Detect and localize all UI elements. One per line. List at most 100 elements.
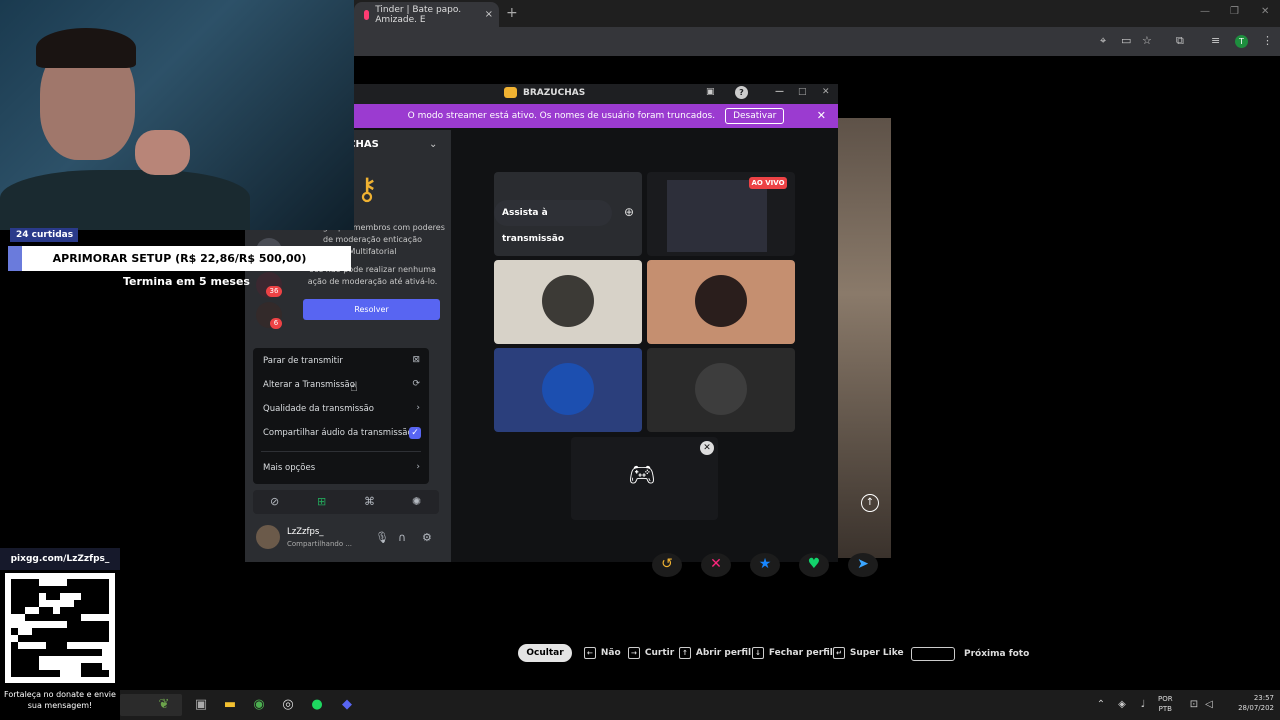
change-stream-item[interactable]: Alterar a Transmissão	[263, 380, 355, 390]
expand-profile-icon[interactable]: ↑	[861, 494, 879, 512]
rewind-icon[interactable]: ↺	[652, 553, 682, 577]
menu-kebab-icon[interactable]: ⋮	[1262, 34, 1273, 47]
discord-maximize-icon[interactable]: □	[798, 87, 807, 97]
camera-off-icon[interactable]: ⊘	[270, 495, 279, 508]
language-indicator[interactable]: POR PTB	[1158, 694, 1173, 714]
profile-avatar[interactable]: T	[1235, 35, 1248, 48]
cast-icon[interactable]: ▭	[1121, 34, 1131, 47]
qr-module	[60, 586, 67, 593]
spotify-icon[interactable]: ●	[308, 696, 326, 714]
qr-module	[11, 593, 18, 600]
headphones-icon[interactable]: ∩	[398, 531, 406, 544]
webcam-hand	[135, 130, 190, 175]
participant-tile[interactable]	[647, 348, 795, 432]
qr-module	[81, 579, 88, 586]
minimize-icon[interactable]: —	[1200, 6, 1210, 17]
location-icon[interactable]: ⌖	[1100, 34, 1106, 48]
watch-stream-button[interactable]: Assista à transmissão	[494, 200, 612, 244]
clock[interactable]: 23:57 28/07/202	[1222, 693, 1274, 713]
shortcut-like-label: Curtir	[644, 648, 675, 658]
chrome-icon[interactable]: ◉	[250, 696, 268, 714]
stream-context-menu: Parar de transmitir ⊠ Alterar a Transmis…	[253, 348, 429, 484]
tab-close-icon[interactable]: ×	[485, 9, 493, 20]
boost-icon[interactable]: ➤	[848, 553, 878, 577]
settings-gear-icon[interactable]: ⚙	[422, 531, 432, 544]
task-view-icon[interactable]: ▣	[192, 696, 210, 714]
qr-module	[88, 628, 95, 635]
qr-module	[25, 649, 32, 656]
nope-icon[interactable]: ✕	[701, 553, 731, 577]
qr-module	[102, 607, 109, 614]
app-icon[interactable]: ◎	[279, 696, 297, 714]
qr-module	[46, 607, 53, 614]
qr-module	[18, 607, 25, 614]
tray-app-icon[interactable]: ◈	[1113, 696, 1131, 714]
close-window-icon[interactable]: ✕	[1261, 6, 1269, 17]
disable-streamer-button[interactable]: Desativar	[725, 108, 785, 124]
qr-module	[25, 642, 32, 649]
qr-module	[60, 635, 67, 642]
qr-module	[25, 621, 32, 628]
new-tab-button[interactable]: +	[506, 5, 518, 21]
soundboard-icon[interactable]: ✺	[412, 495, 421, 508]
resolve-button[interactable]: Resolver	[303, 299, 440, 320]
qr-module	[39, 600, 46, 607]
more-options-item[interactable]: Mais opções	[263, 463, 315, 473]
qr-module	[81, 642, 88, 649]
goal-progress-fill	[8, 246, 22, 271]
screen-share-icon[interactable]: ⊞	[317, 495, 326, 508]
extensions-icon[interactable]: ⧉	[1176, 34, 1184, 48]
down-arrow-key-icon: ↓	[752, 647, 764, 659]
discord-minimize-icon[interactable]: —	[775, 87, 784, 97]
tray-chevron-icon[interactable]: ⌃	[1092, 696, 1110, 714]
like-icon[interactable]: ♥	[799, 553, 829, 577]
qr-module	[81, 593, 88, 600]
qr-module	[46, 635, 53, 642]
qr-module	[11, 586, 18, 593]
activity-icon[interactable]: ⌘	[364, 495, 375, 508]
microphone-icon[interactable]: 🎙︎	[375, 531, 389, 544]
share-audio-item[interactable]: Compartilhar áudio da transmissão	[263, 428, 413, 438]
join-stream-icon[interactable]: ⊕	[624, 205, 634, 219]
file-explorer-icon[interactable]: ▬	[221, 696, 239, 714]
qr-module	[67, 614, 74, 621]
super-like-icon[interactable]: ★	[750, 553, 780, 577]
plant-widget-icon[interactable]: ❦	[155, 696, 173, 714]
shortcut-super-like: ↵ Super Like	[833, 647, 904, 659]
bookmark-star-icon[interactable]: ☆	[1142, 34, 1152, 47]
activity-close-icon[interactable]: ✕	[700, 441, 714, 455]
participant-tile[interactable]	[647, 260, 795, 344]
discord-icon[interactable]: ◆	[338, 696, 356, 714]
qr-module	[74, 579, 81, 586]
qr-module	[95, 586, 102, 593]
participant-tile[interactable]	[494, 260, 642, 344]
qr-module	[46, 670, 53, 677]
stream-quality-item[interactable]: Qualidade da transmissão	[263, 404, 374, 414]
participant-tile[interactable]	[494, 348, 642, 432]
server-dropdown-icon[interactable]: ⌄	[429, 139, 437, 150]
inbox-icon[interactable]: ▣	[706, 87, 715, 97]
media-control-icon[interactable]: ≡	[1211, 34, 1220, 47]
share-audio-checkbox[interactable]: ✓	[409, 427, 421, 439]
qr-module	[39, 579, 46, 586]
space-key-icon	[911, 647, 955, 661]
maximize-icon[interactable]: ❐	[1230, 6, 1239, 17]
key-icon: ⚷	[356, 172, 378, 207]
qr-module	[11, 614, 18, 621]
pix-message: Fortaleça no donate e envie sua mensagem…	[4, 690, 116, 710]
qr-module	[74, 656, 81, 663]
help-icon[interactable]: ?	[735, 86, 748, 99]
avatar[interactable]	[256, 525, 280, 549]
banner-close-icon[interactable]: ✕	[817, 109, 826, 122]
volume-icon[interactable]: ◁	[1200, 696, 1218, 714]
hide-shortcuts-button[interactable]: Ocultar	[518, 644, 572, 662]
qr-module	[25, 600, 32, 607]
qr-module	[11, 663, 18, 670]
discord-close-icon[interactable]: ✕	[822, 87, 830, 97]
shortcut-no: ← Não	[584, 647, 621, 659]
browser-tab[interactable]: Tinder | Bate papo. Amizade. E ×	[354, 2, 499, 27]
shortcut-open-label: Abrir perfil	[695, 648, 752, 658]
qr-module	[60, 663, 67, 670]
tray-mic-icon[interactable]: ♩	[1134, 696, 1152, 714]
stop-stream-item[interactable]: Parar de transmitir	[263, 356, 343, 366]
